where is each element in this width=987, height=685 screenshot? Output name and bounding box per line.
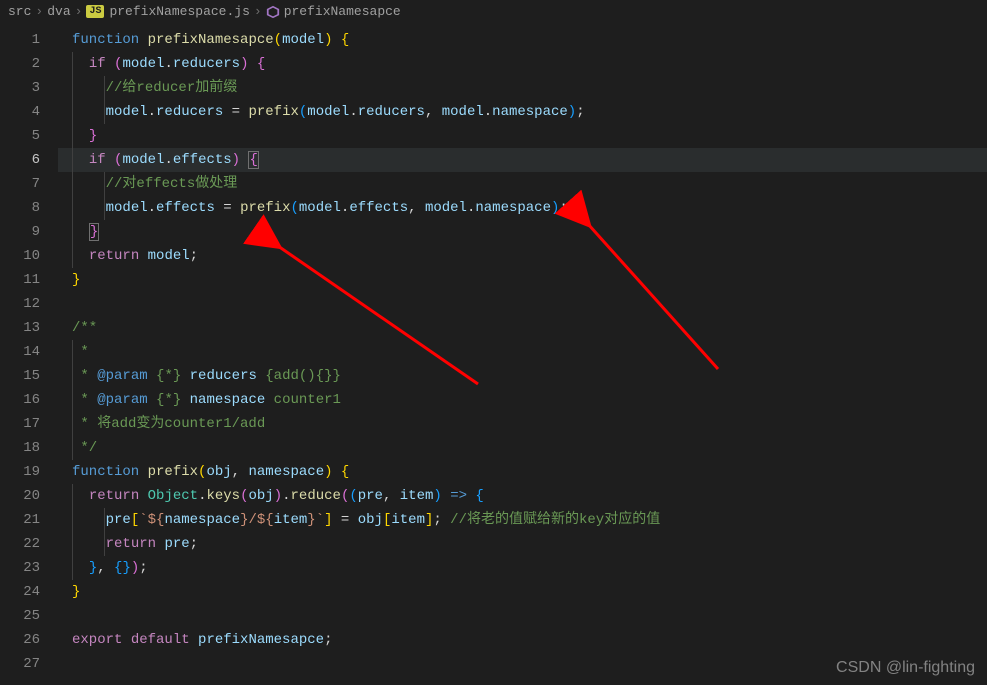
breadcrumb[interactable]: src › dva › JS prefixNamespace.js › pref… [0, 0, 987, 24]
line-number: 11 [0, 268, 58, 292]
breadcrumb-item[interactable]: dva [47, 4, 70, 19]
code-line[interactable]: * @param {*} reducers {add(){}} [58, 364, 987, 388]
code-line[interactable]: model.effects = prefix(model.effects, mo… [58, 196, 987, 220]
line-number: 5 [0, 124, 58, 148]
code-line[interactable]: } [58, 268, 987, 292]
code-line[interactable]: export default prefixNamesapce; [58, 628, 987, 652]
code-line[interactable]: * @param {*} namespace counter1 [58, 388, 987, 412]
line-number: 27 [0, 652, 58, 676]
line-number: 4 [0, 100, 58, 124]
code-line[interactable]: if (model.effects) { [58, 148, 987, 172]
line-number: 6 [0, 148, 58, 172]
code-line[interactable]: function prefix(obj, namespace) { [58, 460, 987, 484]
chevron-right-icon: › [75, 4, 83, 19]
code-editor[interactable]: 1234567891011121314151617181920212223242… [0, 24, 987, 685]
js-file-icon: JS [86, 5, 104, 18]
line-number: 21 [0, 508, 58, 532]
chevron-right-icon: › [35, 4, 43, 19]
line-number: 22 [0, 532, 58, 556]
code-line[interactable]: */ [58, 436, 987, 460]
line-number: 13 [0, 316, 58, 340]
code-line[interactable]: return Object.keys(obj).reduce((pre, ite… [58, 484, 987, 508]
breadcrumb-item[interactable]: src [8, 4, 31, 19]
code-area[interactable]: function prefixNamesapce(model) { if (mo… [58, 24, 987, 685]
code-line[interactable]: }, {}); [58, 556, 987, 580]
line-gutter: 1234567891011121314151617181920212223242… [0, 24, 58, 685]
code-line[interactable]: return pre; [58, 532, 987, 556]
code-line[interactable] [58, 604, 987, 628]
code-line[interactable]: * 将add变为counter1/add [58, 412, 987, 436]
line-number: 16 [0, 388, 58, 412]
code-line[interactable] [58, 292, 987, 316]
line-number: 15 [0, 364, 58, 388]
line-number: 3 [0, 76, 58, 100]
line-number: 14 [0, 340, 58, 364]
code-line[interactable]: //给reducer加前缀 [58, 76, 987, 100]
code-line[interactable]: /** [58, 316, 987, 340]
line-number: 2 [0, 52, 58, 76]
line-number: 26 [0, 628, 58, 652]
code-line[interactable]: function prefixNamesapce(model) { [58, 28, 987, 52]
line-number: 17 [0, 412, 58, 436]
code-line[interactable]: pre[`${namespace}/${item}`] = obj[item];… [58, 508, 987, 532]
code-line[interactable] [58, 652, 987, 676]
symbol-function-icon [266, 5, 280, 19]
breadcrumb-item[interactable]: prefixNamesapce [284, 4, 401, 19]
code-line[interactable]: if (model.reducers) { [58, 52, 987, 76]
line-number: 10 [0, 244, 58, 268]
code-line[interactable]: //对effects做处理 [58, 172, 987, 196]
code-line[interactable]: } [58, 580, 987, 604]
code-line[interactable]: } [58, 124, 987, 148]
code-line[interactable]: return model; [58, 244, 987, 268]
line-number: 24 [0, 580, 58, 604]
code-line[interactable]: * [58, 340, 987, 364]
line-number: 1 [0, 28, 58, 52]
line-number: 12 [0, 292, 58, 316]
line-number: 23 [0, 556, 58, 580]
breadcrumb-item[interactable]: prefixNamespace.js [109, 4, 249, 19]
line-number: 19 [0, 460, 58, 484]
line-number: 8 [0, 196, 58, 220]
line-number: 7 [0, 172, 58, 196]
chevron-right-icon: › [254, 4, 262, 19]
line-number: 18 [0, 436, 58, 460]
code-line[interactable]: } [58, 220, 987, 244]
line-number: 9 [0, 220, 58, 244]
line-number: 25 [0, 604, 58, 628]
line-number: 20 [0, 484, 58, 508]
code-line[interactable]: model.reducers = prefix(model.reducers, … [58, 100, 987, 124]
